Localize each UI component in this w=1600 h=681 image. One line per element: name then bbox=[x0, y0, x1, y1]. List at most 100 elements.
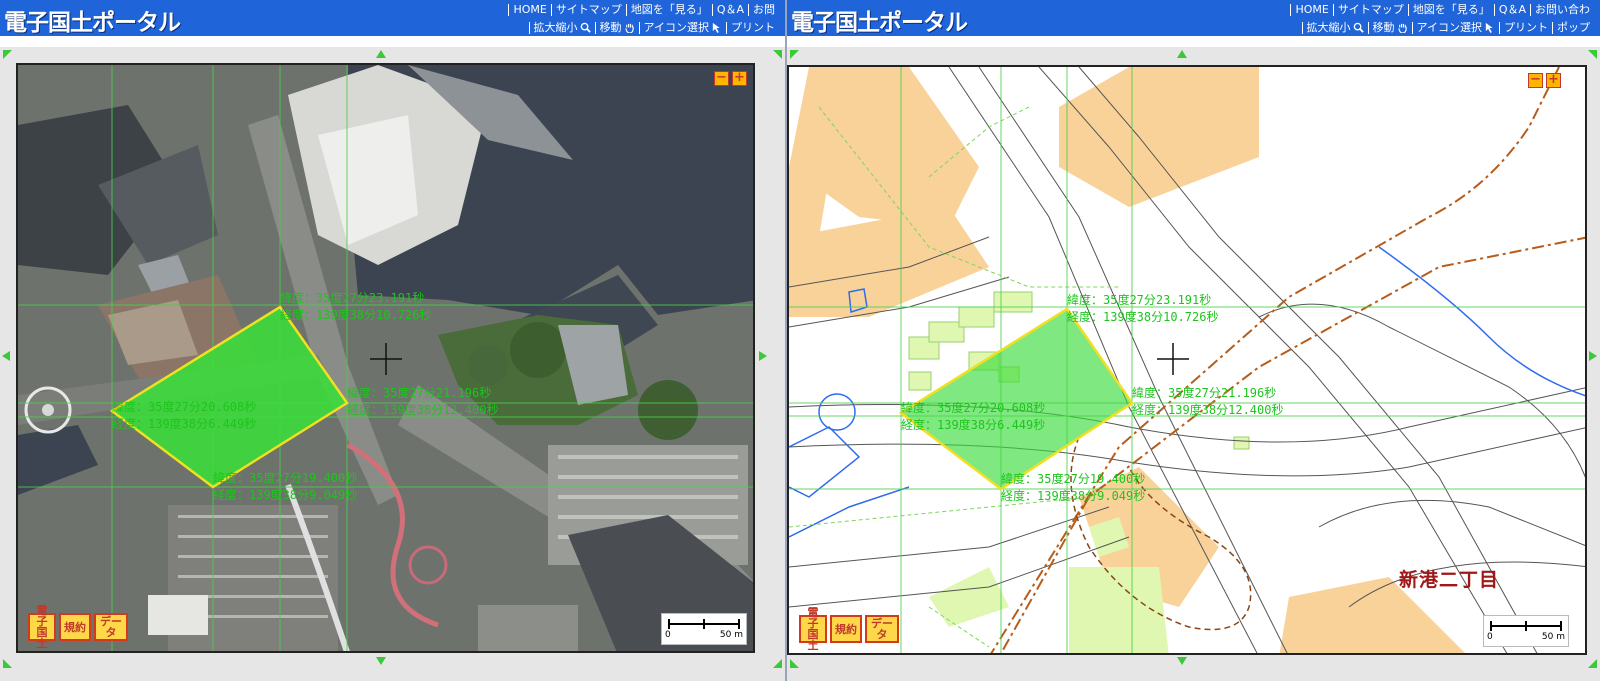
vertex-top-lat: 緯度：35度27分23.191秒 bbox=[1067, 293, 1212, 307]
vertex-right-lon: 経度：139度38分12.400秒 bbox=[1132, 403, 1284, 417]
nav-view-map-link[interactable]: 地図を「見る」 bbox=[625, 4, 712, 16]
nav-sitemap-link[interactable]: サイトマップ bbox=[1332, 4, 1408, 16]
zoom-tool[interactable]: 拡大縮小 bbox=[528, 22, 595, 34]
vertex-bottom-lat: 緯度：35度27分19.400秒 bbox=[1001, 472, 1146, 486]
map-frame: 緯度：35度27分23.191秒 経度：139度38分10.726秒 緯度：35度… bbox=[787, 47, 1600, 681]
pan-northwest-arrow[interactable] bbox=[790, 50, 799, 59]
portal-header: 電子国土ポータル HOME サイトマップ 地図を「見る」 Q＆A お問 拡大縮小 移動 アイ… bbox=[0, 0, 785, 36]
vertex-right-lon: 経度：139度38分12.400秒 bbox=[347, 403, 499, 417]
pan-south-arrow[interactable] bbox=[1177, 657, 1187, 665]
zoom-out-button[interactable]: − bbox=[714, 71, 729, 86]
pan-southeast-arrow[interactable] bbox=[1588, 659, 1597, 668]
icon-select-tool[interactable]: アイコン選択 bbox=[638, 22, 726, 34]
vertex-top-coords: 緯度：35度27分23.191秒 経度：139度38分10.726秒 bbox=[1067, 292, 1218, 326]
pan-tool[interactable]: 移動 bbox=[1367, 22, 1412, 34]
icon-select-tool[interactable]: アイコン選択 bbox=[1411, 22, 1499, 34]
pan-tool[interactable]: 移動 bbox=[594, 22, 639, 34]
place-name-label: 新港二丁目 bbox=[1399, 569, 1500, 591]
denshi-kokudo-button[interactable]: 電子 国土 bbox=[28, 605, 56, 649]
zoom-in-button[interactable]: + bbox=[732, 71, 747, 86]
map-tools: 拡大縮小 移動 アイコン選択 プリント bbox=[528, 21, 779, 34]
magnifier-icon bbox=[1353, 22, 1364, 33]
terms-button[interactable]: 規約 bbox=[830, 615, 862, 643]
scale-max-label: 50 m bbox=[1541, 632, 1565, 642]
vertex-top-lon: 経度：139度38分10.726秒 bbox=[280, 308, 432, 322]
nav-contact-link[interactable]: お問 bbox=[748, 4, 779, 16]
map-info-buttons: 電子 国土 規約 データ bbox=[28, 605, 128, 649]
pan-east-arrow[interactable] bbox=[1589, 351, 1597, 361]
vertex-right-coords: 緯度：35度27分21.196秒 経度：139度38分12.400秒 bbox=[347, 385, 498, 419]
header-nav: HOME サイトマップ 地図を「見る」 Q＆A お問い合わ bbox=[1290, 3, 1594, 16]
vertex-bottom-coords: 緯度：35度27分19.400秒 経度：139度38分9.049秒 bbox=[1001, 471, 1145, 505]
pan-southeast-arrow[interactable] bbox=[773, 659, 782, 668]
portal-logo[interactable]: 電子国土ポータル bbox=[791, 3, 968, 37]
scale-bar: 0 50 m bbox=[1483, 615, 1569, 647]
vertex-top-lat: 緯度：35度27分23.191秒 bbox=[280, 291, 425, 305]
pan-west-arrow[interactable] bbox=[2, 351, 10, 361]
map-info-buttons: 電子 国土 規約 データ bbox=[799, 607, 899, 651]
nav-contact-link[interactable]: お問い合わ bbox=[1530, 4, 1594, 16]
aerial-photo bbox=[18, 65, 753, 651]
zoom-in-button[interactable]: + bbox=[1546, 73, 1561, 88]
scale-zero-label: 0 bbox=[665, 630, 671, 640]
header-nav: HOME サイトマップ 地図を「見る」 Q＆A お問 bbox=[508, 3, 779, 16]
vertex-left-lon: 経度：139度38分6.449秒 bbox=[901, 418, 1046, 432]
pan-south-arrow[interactable] bbox=[376, 657, 386, 665]
vertex-bottom-lon: 経度：139度38分9.049秒 bbox=[213, 488, 358, 502]
data-button[interactable]: データ bbox=[94, 613, 128, 641]
vertex-left-lat: 緯度：35度27分20.608秒 bbox=[901, 401, 1046, 415]
pan-north-arrow[interactable] bbox=[1177, 50, 1187, 58]
vertex-right-lat: 緯度：35度27分21.196秒 bbox=[347, 386, 492, 400]
portal-logo[interactable]: 電子国土ポータル bbox=[4, 3, 181, 37]
portal-header: 電子国土ポータル HOME サイトマップ 地図を「見る」 Q＆A お問い合わ 拡大縮小移… bbox=[787, 0, 1600, 36]
vertex-left-coords: 緯度：35度27分20.608秒 経度：139度38分6.449秒 bbox=[901, 400, 1045, 434]
topo-map-view[interactable]: 緯度：35度27分23.191秒 経度：139度38分10.726秒 緯度：35度… bbox=[787, 65, 1587, 655]
pointer-icon bbox=[712, 22, 720, 33]
data-button[interactable]: データ bbox=[865, 615, 899, 643]
map-frame: 緯度：35度27分23.191秒 経度：139度38分10.726秒 緯度：35度… bbox=[0, 47, 785, 681]
pan-northeast-arrow[interactable] bbox=[1588, 50, 1597, 59]
topo-map-window: 電子国土ポータル HOME サイトマップ 地図を「見る」 Q＆A お問い合わ 拡大縮小移… bbox=[787, 0, 1600, 681]
magnifier-icon bbox=[580, 22, 591, 33]
pointer-icon bbox=[1485, 22, 1493, 33]
map-tools: 拡大縮小 移動 アイコン選択 プリント ポップ bbox=[1301, 21, 1594, 34]
vertex-top-coords: 緯度：35度27分23.191秒 経度：139度38分10.726秒 bbox=[280, 290, 431, 324]
vertex-bottom-coords: 緯度：35度27分19.400秒 経度：139度38分9.049秒 bbox=[213, 470, 357, 504]
zoom-controls: − + bbox=[1528, 73, 1561, 88]
pan-northwest-arrow[interactable] bbox=[3, 50, 12, 59]
nav-sitemap-link[interactable]: サイトマップ bbox=[550, 4, 626, 16]
scale-bar: 0 50 m bbox=[661, 613, 747, 645]
nav-qa-link[interactable]: Q＆A bbox=[1493, 4, 1530, 16]
vertex-right-coords: 緯度：35度27分21.196秒 経度：139度38分12.400秒 bbox=[1132, 385, 1283, 419]
terms-button[interactable]: 規約 bbox=[59, 613, 91, 641]
nav-view-map-link[interactable]: 地図を「見る」 bbox=[1407, 4, 1494, 16]
nav-home-link[interactable]: HOME bbox=[1290, 4, 1332, 16]
zoom-controls: − + bbox=[714, 71, 747, 86]
vertex-right-lat: 緯度：35度27分21.196秒 bbox=[1132, 386, 1277, 400]
hand-icon bbox=[1397, 23, 1407, 33]
vertex-top-lon: 経度：139度38分10.726秒 bbox=[1067, 310, 1219, 324]
scale-zero-label: 0 bbox=[1487, 632, 1493, 642]
vertex-left-lat: 緯度：35度27分20.608秒 bbox=[112, 400, 257, 414]
aerial-map-view[interactable]: 緯度：35度27分23.191秒 経度：139度38分10.726秒 緯度：35度… bbox=[16, 63, 755, 653]
pan-southwest-arrow[interactable] bbox=[790, 659, 799, 668]
zoom-tool[interactable]: 拡大縮小 bbox=[1301, 22, 1368, 34]
pan-southwest-arrow[interactable] bbox=[3, 659, 12, 668]
vertex-left-coords: 緯度：35度27分20.608秒 経度：139度38分6.449秒 bbox=[112, 399, 256, 433]
zoom-out-button[interactable]: − bbox=[1528, 73, 1543, 88]
aerial-map-window: 電子国土ポータル HOME サイトマップ 地図を「見る」 Q＆A お問 拡大縮小 移動 アイ… bbox=[0, 0, 785, 681]
vertex-left-lon: 経度：139度38分6.449秒 bbox=[112, 417, 257, 431]
scale-max-label: 50 m bbox=[719, 630, 743, 640]
hand-icon bbox=[624, 23, 634, 33]
denshi-kokudo-button[interactable]: 電子 国土 bbox=[799, 607, 827, 651]
popup-tool[interactable]: ポップ bbox=[1552, 22, 1594, 34]
pan-northeast-arrow[interactable] bbox=[773, 50, 782, 59]
vertex-bottom-lon: 経度：139度38分9.049秒 bbox=[1001, 489, 1146, 503]
print-tool[interactable]: プリント bbox=[726, 22, 779, 34]
nav-home-link[interactable]: HOME bbox=[508, 4, 550, 16]
print-tool[interactable]: プリント bbox=[1499, 22, 1552, 34]
pan-north-arrow[interactable] bbox=[376, 50, 386, 58]
pan-east-arrow[interactable] bbox=[759, 351, 767, 361]
nav-qa-link[interactable]: Q＆A bbox=[711, 4, 748, 16]
vertex-bottom-lat: 緯度：35度27分19.400秒 bbox=[213, 471, 358, 485]
